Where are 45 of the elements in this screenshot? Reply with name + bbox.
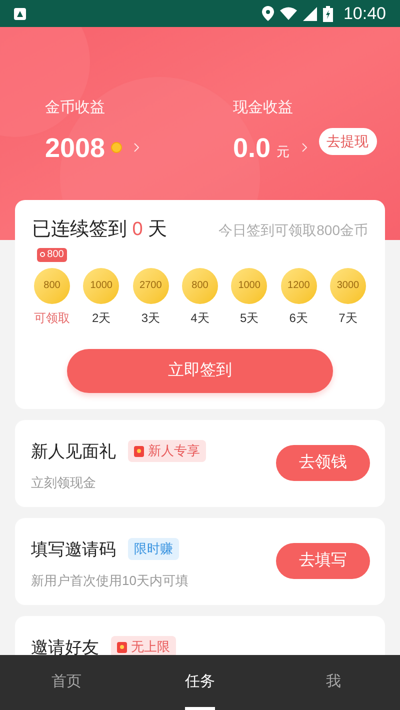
earnings-value: 0.0 <box>233 132 271 164</box>
nav-tab[interactable]: 我 <box>266 655 400 710</box>
notification-icon <box>14 8 26 20</box>
envelope-icon <box>117 642 127 653</box>
day-label: 3天 <box>141 310 160 326</box>
day-label: 5天 <box>240 310 259 326</box>
task-tag: 新人专享 <box>128 440 206 462</box>
task-button[interactable]: 去填写 <box>276 543 370 579</box>
currency-unit: 元 <box>276 142 290 161</box>
earnings-label: 现金收益 <box>233 98 294 118</box>
task-subtitle: 新用户首次使用10天内可填 <box>31 572 188 590</box>
task-tag: 限时赚 <box>128 538 179 560</box>
battery-icon <box>323 6 334 22</box>
wifi-icon <box>280 7 298 20</box>
reward-badge: 800 <box>37 248 67 262</box>
day-label: 7天 <box>338 310 358 326</box>
checkin-button[interactable]: 立即签到 <box>67 348 333 392</box>
chevron-icon <box>134 143 140 152</box>
day-label: 4天 <box>190 310 210 326</box>
coin-reward: 1000 <box>231 268 268 304</box>
day-label: 可领取 <box>34 310 70 326</box>
chevron-icon <box>302 143 307 152</box>
coin-reward: 2700 <box>132 268 169 304</box>
clock-time: 10:40 <box>343 2 386 25</box>
coin-reward: 3000 <box>330 268 366 304</box>
coin-icon <box>111 142 122 153</box>
checkin-title: 已连续签到 0 天 <box>32 218 168 242</box>
task-title: 填写邀请码 <box>31 538 116 560</box>
coin-reward: 1200 <box>280 268 317 304</box>
coin-reward: 800 <box>182 268 218 304</box>
signal-icon <box>303 6 318 20</box>
checkin-hint: 今日签到可领取800金币 <box>218 220 368 240</box>
coin-reward: 1000 <box>83 268 120 304</box>
coin-icon <box>40 252 46 257</box>
location-icon <box>262 6 274 21</box>
earnings-value: 2008 <box>45 132 106 164</box>
withdraw-button[interactable]: 去提现 <box>318 128 377 155</box>
task-subtitle: 立刻领现金 <box>31 474 97 492</box>
day-label: 6天 <box>289 310 308 326</box>
day-label: 2天 <box>92 310 111 326</box>
task-button[interactable]: 去领钱 <box>276 445 370 481</box>
envelope-icon <box>134 446 144 457</box>
task-title: 新人见面礼 <box>31 440 116 462</box>
earnings-label: 金币收益 <box>45 98 106 118</box>
coin-reward: 800 <box>34 268 70 304</box>
